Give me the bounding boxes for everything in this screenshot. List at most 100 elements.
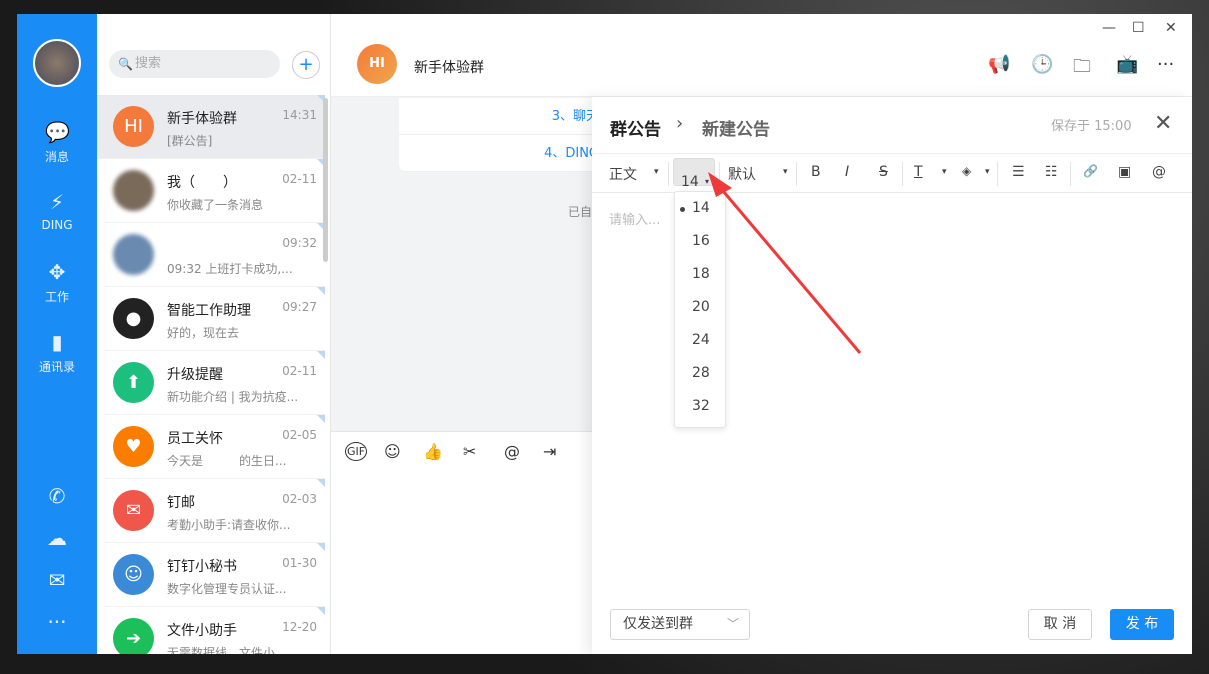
conversation-avatar (113, 234, 154, 275)
save-status: 保存于 15:00 (1051, 115, 1132, 134)
editor-placeholder[interactable]: 请输入... (609, 209, 660, 228)
conversation-item[interactable]: ♥ 员工关怀 02-05 今天是 的生日... (105, 415, 325, 479)
bullet-list-button[interactable]: ☰ (1012, 164, 1025, 180)
scissors-icon[interactable]: ✂ (463, 442, 476, 461)
clock-icon[interactable]: 🕒 (1031, 54, 1053, 75)
unread-corner-marker (317, 287, 325, 295)
sidebar-item-ding[interactable]: ⚡DING (17, 190, 97, 232)
live-tv-icon[interactable]: 📺 (1116, 54, 1138, 75)
group-name[interactable]: 新手体验群 (414, 57, 484, 77)
conversation-preview: 无需数据线，文件小... (167, 644, 286, 654)
conversation-preview: 今天是 的生日... (167, 452, 286, 469)
conversation-time: 01-30 (282, 556, 317, 570)
chat-area: HI 新手体验群 📢 🕒 🗀 📺 ··· — ☐ ✕ 3、聊天 4、DING 已… (331, 14, 1192, 654)
phone-icon[interactable]: ✆ (17, 484, 97, 512)
conversation-item[interactable]: ➔ 文件小助手 12-20 无需数据线，文件小... (105, 607, 325, 654)
option-label: 18 (692, 266, 710, 282)
cloud-icon[interactable]: ☁ (17, 526, 97, 554)
unread-corner-marker (317, 607, 325, 615)
megaphone-icon[interactable]: 📢 (988, 54, 1010, 75)
image-button[interactable]: ▣ (1118, 164, 1131, 180)
conversation-preview: [群公告] (167, 132, 212, 149)
sidebar-item-messages[interactable]: 💬消息 (17, 120, 97, 165)
input-toolbar: GIF ☺ 👍 ✂ @ ⇥ (331, 431, 631, 654)
conversation-avatar: ✉ (113, 490, 154, 531)
italic-button[interactable]: I (845, 164, 849, 180)
publish-button[interactable]: 发 布 (1110, 609, 1174, 640)
conversation-avatar: ● (113, 298, 154, 339)
conversation-avatar: HI (113, 106, 154, 147)
font-size-select[interactable]: 14▾ (673, 158, 715, 186)
conversation-item[interactable]: 09:32 09:32 上班打卡成功,... (105, 223, 325, 287)
font-size-option[interactable]: 16 (675, 225, 725, 258)
conversation-item[interactable]: 我（ ） 02-11 你收藏了一条消息 (105, 159, 325, 223)
label: 工作 (45, 290, 69, 304)
more-icon[interactable]: ··· (1157, 54, 1174, 75)
link-button[interactable]: 🔗 (1083, 164, 1098, 178)
conversation-name: 我（ ） (167, 172, 237, 192)
search-input[interactable]: 🔍搜索 (109, 50, 280, 78)
send-scope-value: 仅发送到群 (623, 616, 693, 632)
scrollbar[interactable] (323, 98, 328, 262)
minimize-button[interactable]: — (1102, 20, 1116, 36)
close-window-button[interactable]: ✕ (1165, 20, 1177, 36)
font-size-dropdown: 1416 18 202428 32 (674, 191, 726, 428)
text-color-button[interactable]: T (914, 164, 923, 180)
folder-send-icon[interactable]: ⇥ (543, 442, 556, 461)
conversation-name: 钉钉小秘书 (167, 556, 237, 576)
add-button[interactable]: + (292, 51, 320, 79)
conversation-item[interactable]: ☺ 钉钉小秘书 01-30 数字化管理专员认证... (105, 543, 325, 607)
mention-button[interactable]: @ (1152, 164, 1166, 180)
user-avatar[interactable] (33, 39, 81, 87)
sidebar-item-contacts[interactable]: ▮通讯录 (17, 330, 97, 375)
mail-icon[interactable]: ✉ (17, 568, 97, 596)
thumbs-up-icon[interactable]: 👍 (423, 442, 443, 461)
conversation-name: 文件小助手 (167, 620, 237, 640)
font-size-option[interactable]: 32 (675, 390, 725, 423)
folder-icon[interactable]: 🗀 (1073, 54, 1091, 84)
maximize-button[interactable]: ☐ (1132, 20, 1145, 36)
paragraph-style-select[interactable]: 正文 (609, 164, 637, 184)
conversation-time: 02-11 (282, 364, 317, 378)
conversation-time: 12-20 (282, 620, 317, 634)
font-size-option[interactable]: 28 (675, 357, 725, 390)
caret-down-icon: ▾ (985, 167, 990, 177)
cancel-button[interactable]: 取 消 (1028, 609, 1092, 640)
caret-down-icon: ▾ (942, 167, 947, 177)
conversation-name: 智能工作助理 (167, 300, 251, 320)
conversation-preview: 09:32 上班打卡成功,... (167, 260, 293, 277)
font-size-option[interactable]: 14 (675, 192, 725, 225)
close-panel-button[interactable]: ✕ (1154, 111, 1172, 136)
panel-title[interactable]: 群公告 (610, 115, 661, 140)
gif-icon[interactable]: GIF (345, 442, 367, 461)
conversation-name: 升级提醒 (167, 364, 223, 384)
conversation-item[interactable]: ● 智能工作助理 09:27 好的，现在去 (105, 287, 325, 351)
unread-corner-marker (317, 479, 325, 487)
conversation-item[interactable]: HI 新手体验群 14:31 [群公告] (97, 95, 325, 159)
bold-button[interactable]: B (811, 164, 821, 180)
font-size-option[interactable]: 20 (675, 291, 725, 324)
option-label: 32 (692, 398, 710, 414)
conversation-time: 09:27 (282, 300, 317, 314)
conversation-item[interactable]: ✉ 钉邮 02-03 考勤小助手:请查收你... (105, 479, 325, 543)
more-icon[interactable]: ··· (17, 610, 97, 638)
conversation-item[interactable]: ⬆ 升级提醒 02-11 新功能介绍 | 我为抗疫... (105, 351, 325, 415)
unread-corner-marker (317, 351, 325, 359)
card-line[interactable]: 4、DING (399, 135, 599, 172)
chevron-right-icon: › (676, 113, 683, 134)
dingtalk-window: 💬消息 ⚡DING ✥工作 ▮通讯录 ✆ ☁ ✉ ··· 🔍搜索 + HI 新手… (17, 14, 1192, 654)
conversation-name: 钉邮 (167, 492, 195, 512)
emoji-icon[interactable]: ☺ (384, 442, 401, 461)
font-family-select[interactable]: 默认 (728, 164, 756, 184)
strikethrough-button[interactable]: S (879, 164, 888, 180)
card-line[interactable]: 3、聊天 (399, 98, 599, 135)
font-size-option[interactable]: 24 (675, 324, 725, 357)
chat-bubble-icon: 💬 (45, 120, 69, 144)
numbered-list-button[interactable]: ☷ (1045, 164, 1058, 180)
sidebar-item-work[interactable]: ✥工作 (17, 260, 97, 305)
font-size-option[interactable]: 18 (675, 258, 725, 291)
highlight-button[interactable]: ◈ (962, 164, 971, 178)
send-scope-select[interactable]: 仅发送到群﹀ (610, 609, 750, 640)
at-icon[interactable]: @ (504, 442, 520, 461)
chat-header: HI 新手体验群 📢 🕒 🗀 📺 ··· — ☐ ✕ (331, 14, 1192, 97)
